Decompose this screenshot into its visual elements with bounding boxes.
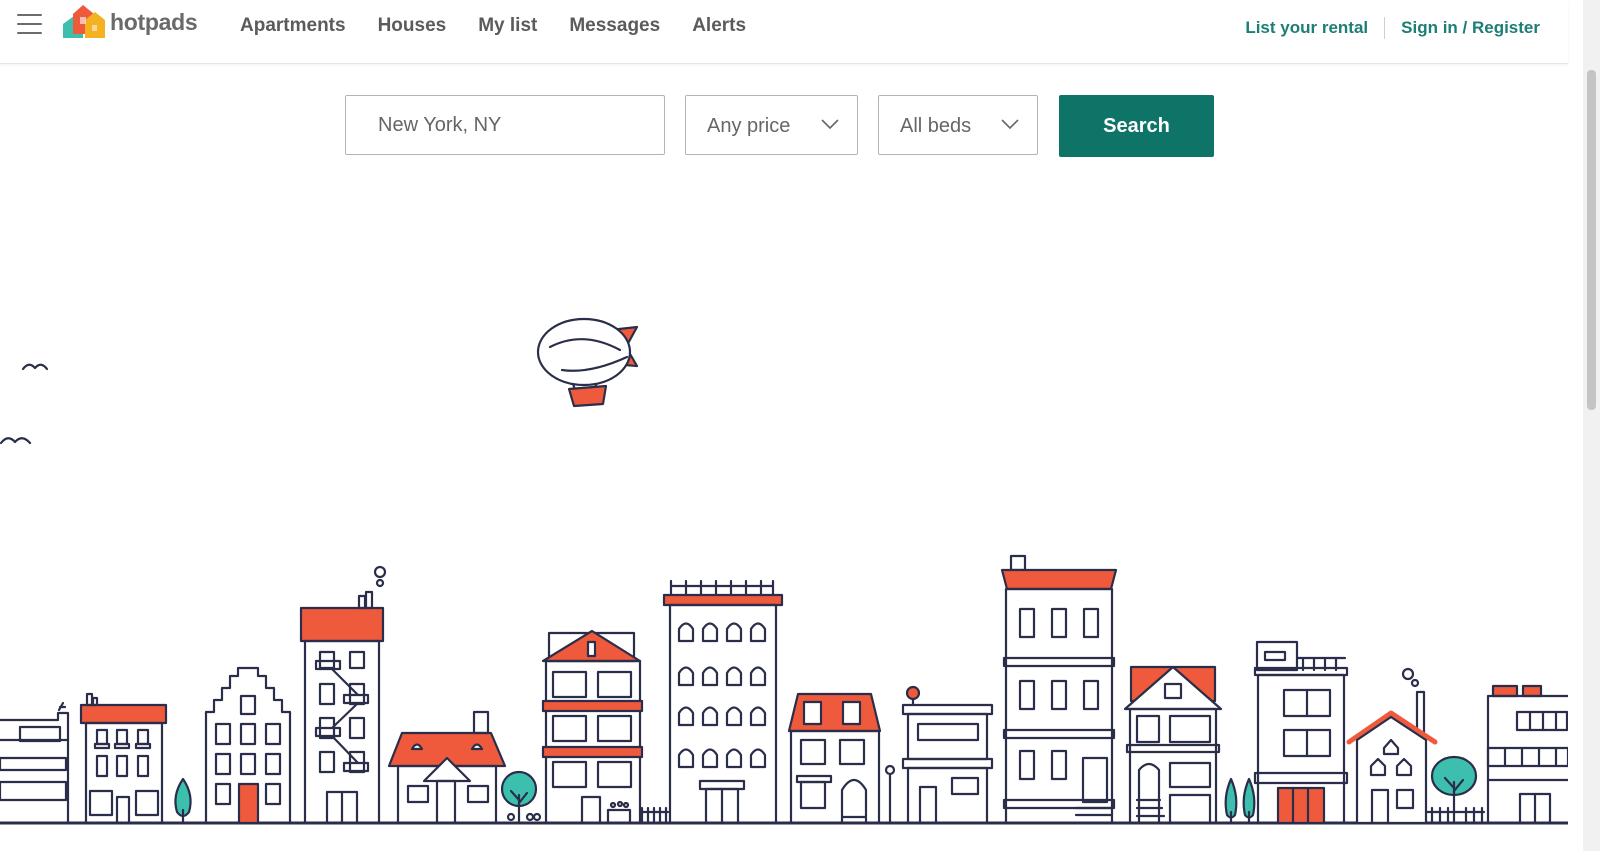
blimp-illustration <box>536 317 639 408</box>
building <box>787 692 882 825</box>
building <box>0 701 70 825</box>
building <box>901 685 994 825</box>
building <box>204 666 292 825</box>
tree-icon <box>500 770 542 825</box>
bird-icon <box>21 363 49 371</box>
city-skyline-illustration <box>0 317 1568 825</box>
lamp-post <box>884 764 896 825</box>
building <box>1486 684 1568 825</box>
tree-icon <box>1224 777 1238 825</box>
building <box>1123 665 1223 825</box>
tree-icon <box>174 777 192 825</box>
page-scrollbar[interactable] <box>1583 0 1600 851</box>
building <box>541 629 644 825</box>
building <box>79 692 168 825</box>
building <box>1000 554 1118 825</box>
building <box>1346 667 1438 825</box>
fence <box>638 806 670 825</box>
scrollbar-thumb[interactable] <box>1587 70 1596 410</box>
building <box>662 579 784 825</box>
tree-icon <box>1424 755 1486 825</box>
tree-icon <box>1242 777 1256 825</box>
building <box>299 565 387 825</box>
building <box>1253 640 1349 825</box>
bird-icon <box>0 437 32 445</box>
building <box>387 710 507 825</box>
